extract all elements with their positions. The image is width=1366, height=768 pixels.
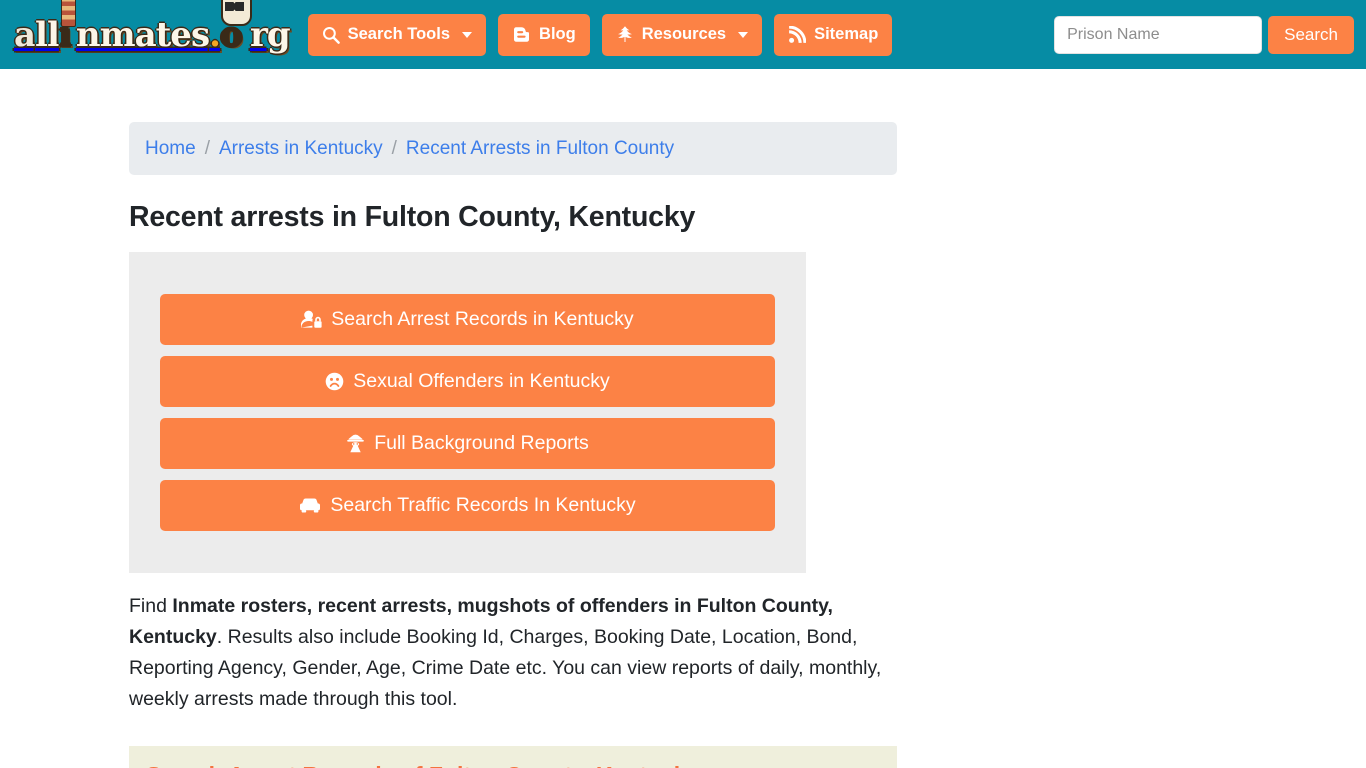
site-logo-text: alli nmates.o rg: [14, 0, 291, 55]
sexual-offenders-label: Sexual Offenders in Kentucky: [353, 370, 610, 392]
search-arrest-records-button[interactable]: Search Arrest Records in Kentucky: [160, 294, 775, 345]
logo-dot: .: [209, 14, 221, 55]
content-container: Home / Arrests in Kentucky / Recent Arre…: [129, 122, 897, 768]
chevron-down-icon: [462, 31, 473, 38]
breadcrumb-item-home[interactable]: Home: [145, 138, 196, 160]
site-header: alli nmates.o rg Search Tools Blog Resou…: [0, 0, 1366, 69]
header-search-button[interactable]: Search: [1268, 15, 1354, 54]
breadcrumb-separator: /: [391, 137, 397, 159]
primary-nav: Search Tools Blog Resources Sitemap: [307, 13, 893, 56]
site-logo[interactable]: alli nmates.o rg: [14, 0, 291, 57]
section-heading: Search Arrest Records of Fulton County, …: [146, 762, 880, 768]
user-secret-icon: [346, 434, 365, 453]
header-search-form: Search: [1054, 15, 1354, 54]
logo-letter-ll: ll: [35, 14, 60, 55]
breadcrumb: Home / Arrests in Kentucky / Recent Arre…: [129, 122, 897, 175]
car-icon: [299, 497, 321, 514]
search-traffic-records-label: Search Traffic Records In Kentucky: [330, 494, 636, 516]
logo-letters-rg: rg: [249, 14, 291, 55]
nav-resources-button[interactable]: Resources: [601, 13, 763, 56]
nav-blog-button[interactable]: Blog: [498, 13, 590, 56]
page-content: Home / Arrests in Kentucky / Recent Arre…: [0, 122, 1366, 768]
nav-sitemap-label: Sitemap: [814, 25, 879, 43]
full-background-reports-label: Full Background Reports: [374, 432, 589, 454]
rss-icon: [788, 25, 807, 44]
search-icon: [322, 26, 340, 44]
breadcrumb-separator: /: [204, 137, 210, 159]
breadcrumb-item-arrests-in-kentucky[interactable]: Arrests in Kentucky: [219, 138, 383, 160]
description-rest: . Results also include Booking Id, Charg…: [129, 626, 882, 710]
prisoner-icon: i: [59, 0, 76, 55]
owl-icon: o: [220, 0, 252, 55]
description-lead: Find: [129, 595, 173, 617]
chevron-down-icon: [738, 31, 749, 38]
prison-name-search-input[interactable]: [1054, 15, 1263, 54]
user-lock-icon: [301, 310, 322, 329]
nav-sitemap-button[interactable]: Sitemap: [774, 13, 893, 56]
search-records-section-banner: Search Arrest Records of Fulton County, …: [129, 746, 897, 768]
page-title: Recent arrests in Fulton County, Kentuck…: [129, 201, 696, 233]
frown-face-icon: [325, 372, 344, 391]
logo-letter-a: a: [14, 14, 36, 55]
nav-search-tools-button[interactable]: Search Tools: [307, 13, 487, 56]
breadcrumb-item-recent-arrests-fulton-county[interactable]: Recent Arrests in Fulton County: [406, 138, 674, 160]
nav-resources-label: Resources: [641, 25, 727, 43]
search-arrest-records-label: Search Arrest Records in Kentucky: [331, 308, 634, 330]
full-background-reports-button[interactable]: Full Background Reports: [160, 418, 775, 469]
action-buttons-panel: Search Arrest Records in Kentucky Sexual…: [129, 252, 806, 573]
sexual-offenders-button[interactable]: Sexual Offenders in Kentucky: [160, 356, 775, 407]
nav-blog-label: Blog: [539, 25, 576, 43]
leaf-icon: [616, 25, 634, 44]
page-description: Find Inmate rosters, recent arrests, mug…: [129, 591, 889, 715]
logo-letters-nmates: nmates: [75, 14, 210, 55]
nav-search-tools-label: Search Tools: [347, 25, 451, 43]
search-traffic-records-button[interactable]: Search Traffic Records In Kentucky: [160, 480, 775, 531]
blogger-icon: [512, 25, 531, 44]
